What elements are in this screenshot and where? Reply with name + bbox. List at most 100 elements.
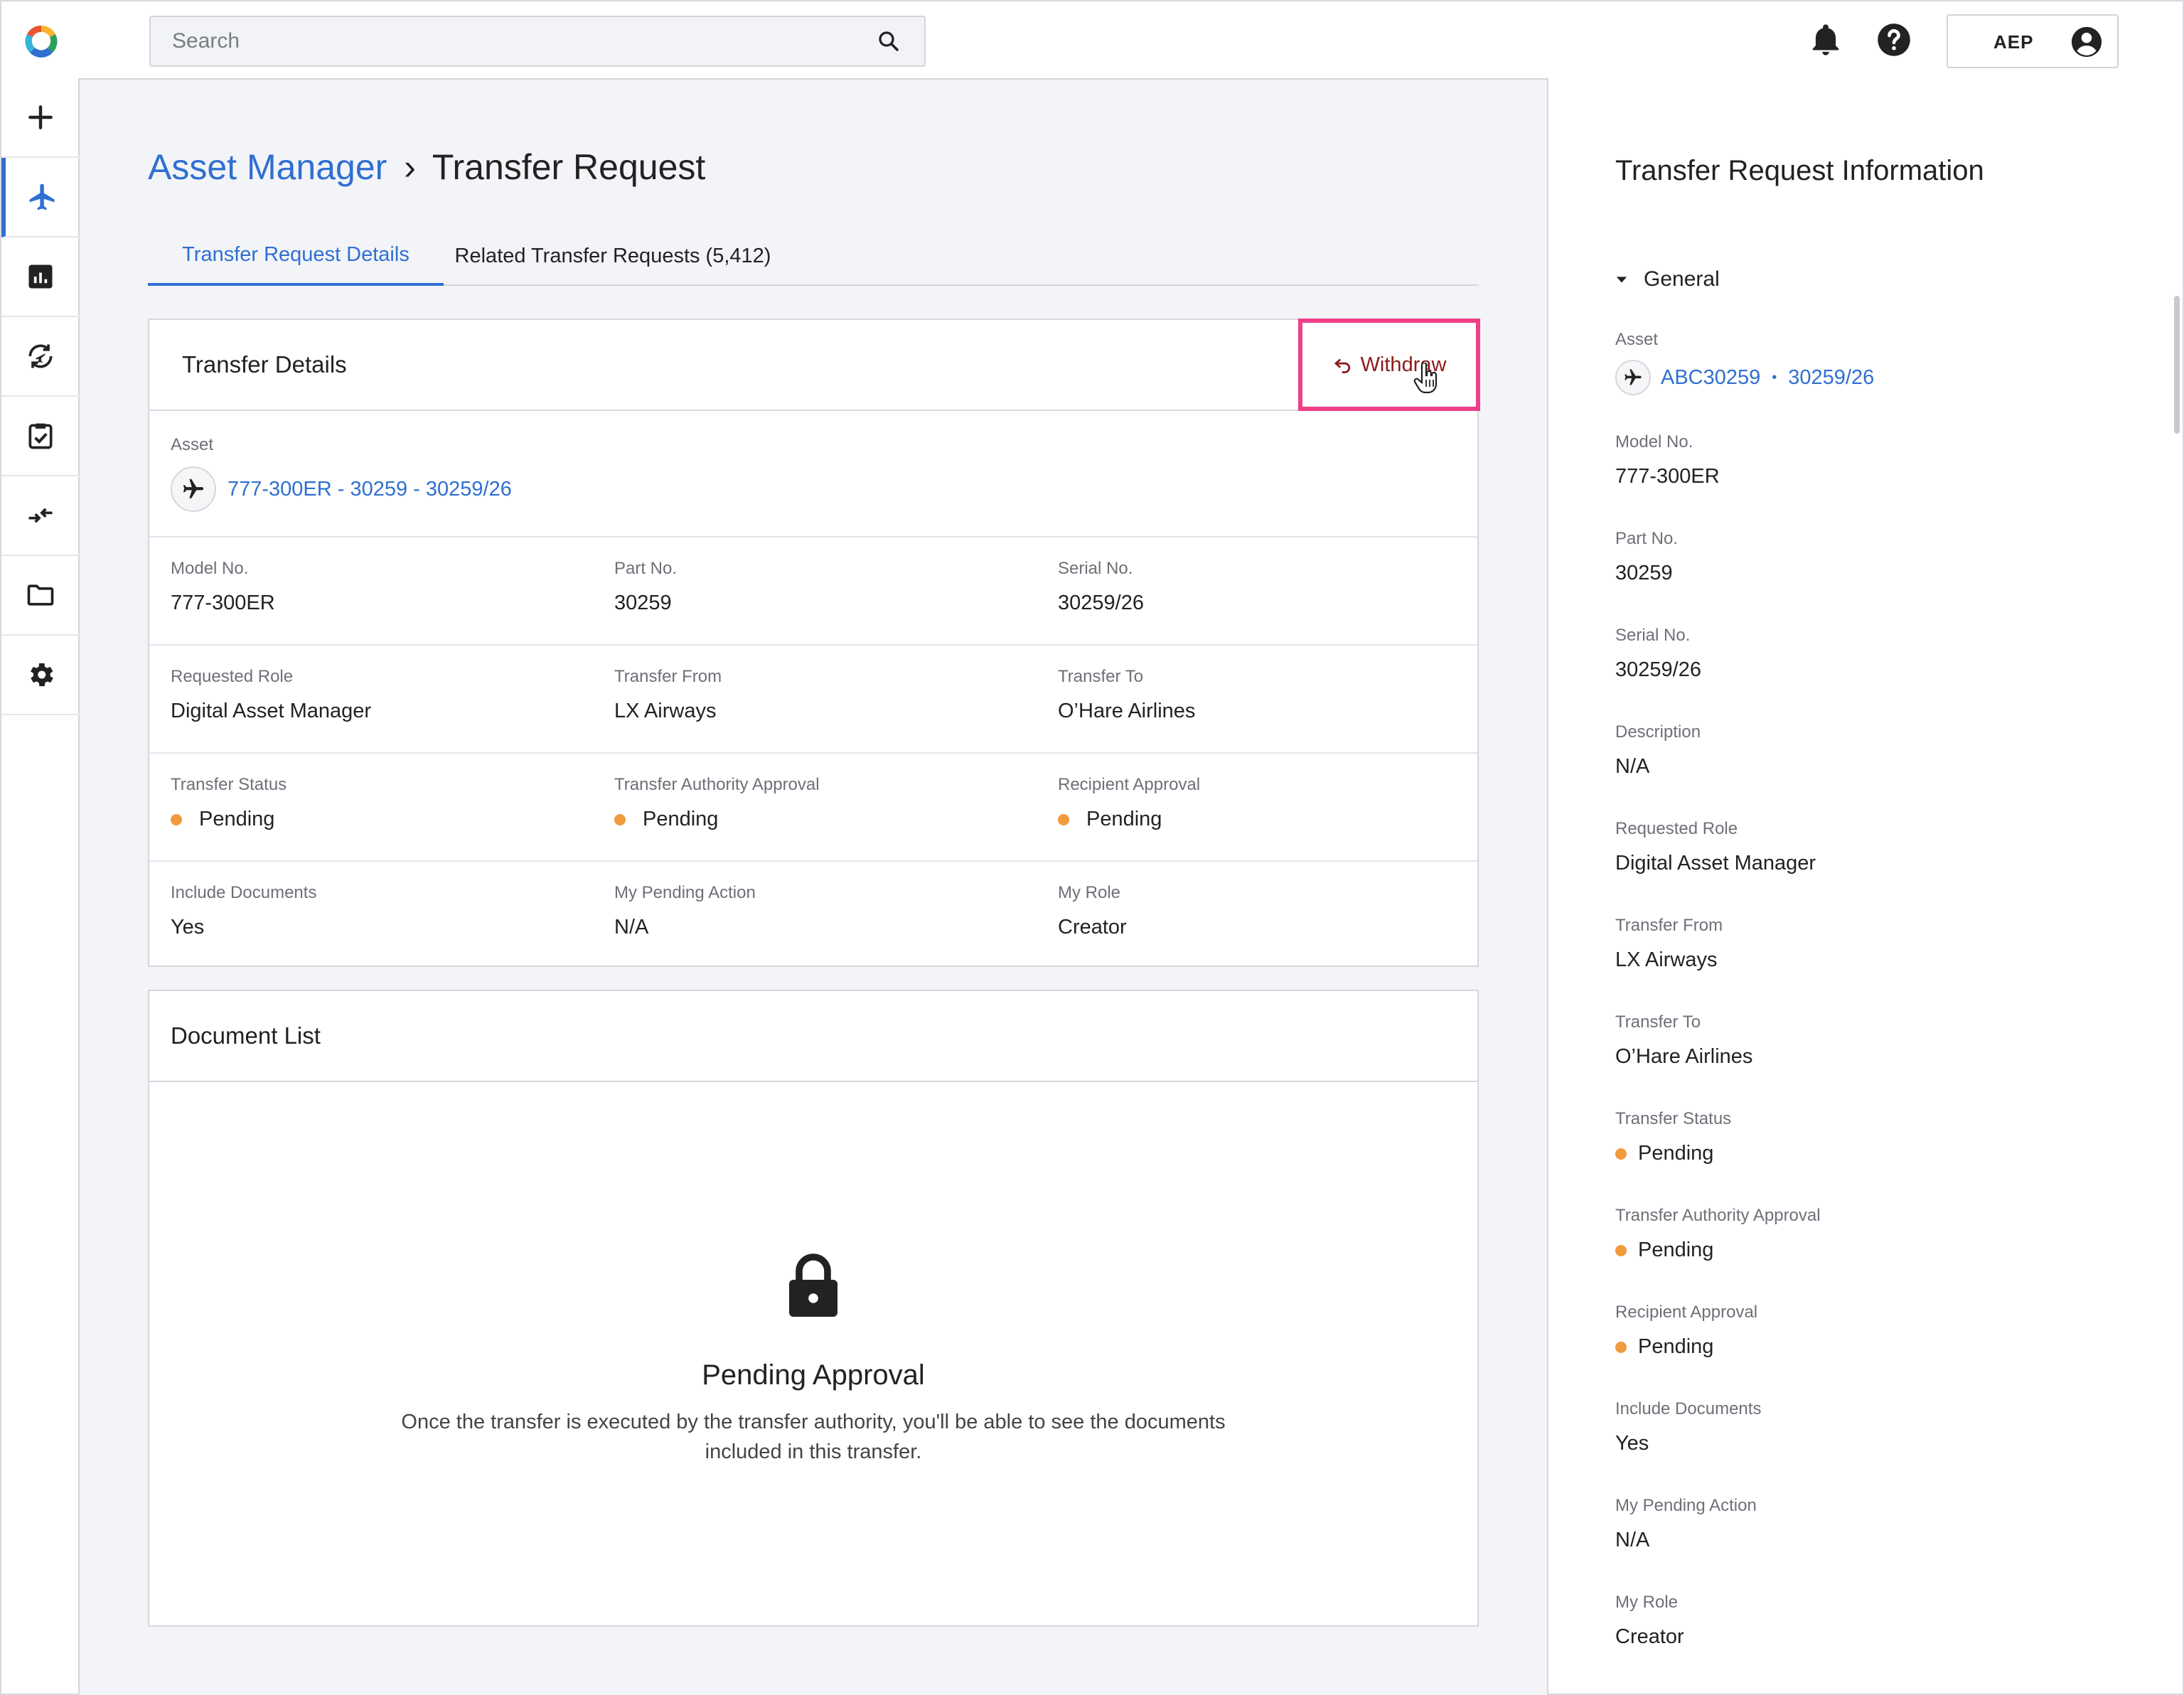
status-value: Pending (1638, 1142, 1714, 1165)
info-transfer-from: Transfer From LX Airways (1615, 916, 1723, 972)
rail-item-documents[interactable] (1, 556, 80, 636)
gear-icon (31, 663, 53, 687)
rail-item-reports[interactable] (1, 237, 80, 317)
rail-item-create[interactable] (1, 78, 80, 158)
transfer-details-title: Transfer Details (182, 351, 347, 378)
caret-down-icon (1616, 277, 1627, 283)
hand-pointer-cursor-icon (1413, 363, 1438, 394)
empty-state-title: Pending Approval (702, 1359, 925, 1391)
info-serial-no: Serial No. 30259/26 (1615, 626, 1701, 682)
info-asset-serial-link[interactable]: 30259/26 (1788, 366, 1874, 390)
info-transfer-status: Transfer Status Pending (1615, 1109, 1731, 1165)
transfer-details-card: Transfer Details Withdraw Asset 777-300E… (148, 319, 1480, 967)
field-label: Transfer Status (1615, 1109, 1732, 1128)
info-panel-title: Transfer Request Information (1615, 155, 1984, 186)
rail-item-tasks[interactable] (1, 397, 80, 476)
tab-transfer-request-details[interactable]: Transfer Request Details (148, 226, 444, 286)
top-bar: AEP (0, 0, 2184, 80)
field-my-role: My Role Creator (1058, 883, 1127, 939)
field-label: Recipient Approval (1058, 775, 1201, 794)
detail-row-1: Model No. 777-300ER Part No. 30259 Seria… (149, 538, 1477, 646)
field-value: Yes (171, 916, 205, 939)
info-my-pending-action: My Pending Action N/A (1615, 1496, 1757, 1552)
field-label: Include Documents (1615, 1399, 1762, 1418)
chart-icon (28, 264, 53, 289)
field-value: N/A (614, 916, 649, 939)
breadcrumb-asset-manager-link[interactable]: Asset Manager (148, 147, 387, 187)
field-label: Model No. (171, 559, 249, 578)
empty-state: Pending Approval Once the transfer is ex… (149, 1253, 1477, 1467)
field-model-no: Model No. 777-300ER (171, 559, 275, 615)
plus-icon (28, 105, 53, 129)
field-requested-role: Requested Role Digital Asset Manager (171, 667, 371, 723)
field-label: My Role (1615, 1593, 1679, 1612)
field-label: Asset (1615, 330, 1659, 349)
status-value: Pending (199, 808, 275, 830)
asset-link[interactable]: 777-300ER - 30259 - 30259/26 (228, 478, 512, 501)
section-general-toggle[interactable]: General (1615, 267, 1720, 292)
rail-item-transfers[interactable] (1, 317, 80, 397)
field-value: LX Airways (1615, 948, 1718, 971)
field-label: Recipient Approval (1615, 1303, 1758, 1322)
tab-bar: Transfer Request Details Related Transfe… (148, 226, 1479, 286)
info-requested-role: Requested Role Digital Asset Manager (1615, 819, 1816, 875)
notification-bell-icon[interactable] (1807, 21, 1844, 58)
field-transfer-authority-approval: Transfer Authority Approval Pending (614, 775, 820, 831)
left-nav-rail (0, 78, 80, 1695)
document-list-title: Document List (171, 1022, 321, 1049)
clipboard-check-icon (28, 423, 53, 449)
field-value: O’Hare Airlines (1058, 700, 1196, 722)
help-icon[interactable] (1875, 21, 1912, 58)
field-label: Include Documents (171, 883, 317, 902)
page-title: Transfer Request (432, 147, 706, 187)
field-label: Model No. (1615, 432, 1693, 451)
field-my-pending-action: My Pending Action N/A (614, 883, 756, 939)
airplane-icon (183, 478, 204, 498)
info-recipient-approval: Recipient Approval Pending (1615, 1303, 1757, 1359)
info-transfer-authority-approval: Transfer Authority Approval Pending (1615, 1206, 1821, 1262)
search-input[interactable] (152, 18, 835, 64)
search-icon[interactable] (876, 28, 901, 54)
airplane-icon (29, 183, 55, 210)
field-value: 777-300ER (1615, 465, 1720, 488)
field-value: 30259 (614, 592, 672, 614)
field-transfer-to: Transfer To O’Hare Airlines (1058, 667, 1195, 723)
field-value: O’Hare Airlines (1615, 1045, 1753, 1068)
transfer-cycle-icon (28, 344, 53, 368)
empty-state-text: Once the transfer is executed by the tra… (401, 1411, 1226, 1463)
undo-arrow-icon (1334, 358, 1350, 373)
field-label: Transfer Authority Approval (1615, 1206, 1821, 1225)
field-label: Asset (171, 435, 214, 454)
info-panel: Transfer Request Information General Ass… (1547, 78, 2184, 1695)
rail-item-assets[interactable] (1, 158, 80, 237)
field-label: Requested Role (171, 667, 294, 686)
field-label: Transfer To (1058, 667, 1144, 686)
rail-item-exchange[interactable] (1, 476, 80, 556)
field-label: Transfer To (1615, 1012, 1701, 1032)
status-dot (171, 813, 182, 825)
field-value: Creator (1615, 1625, 1684, 1648)
info-panel-scrollbar[interactable] (2174, 296, 2180, 434)
info-asset-id-link[interactable]: ABC30259 (1661, 366, 1760, 390)
status-dot (1615, 1244, 1627, 1256)
info-asset: Asset ABC30259 • 30259/26 (1615, 330, 1874, 395)
info-part-no: Part No. 30259 (1615, 529, 1678, 585)
asset-bullet: • (1772, 369, 1777, 385)
field-value: Yes (1615, 1432, 1649, 1455)
status-dot (1615, 1341, 1627, 1353)
detail-row-2: Requested Role Digital Asset Manager Tra… (149, 646, 1477, 754)
field-label: Transfer From (1615, 916, 1723, 935)
status-dot (1615, 1148, 1627, 1160)
user-menu[interactable]: AEP (1947, 14, 2119, 68)
rail-item-settings[interactable] (1, 636, 80, 715)
tab-related-transfer-requests[interactable]: Related Transfer Requests (5,412) (444, 226, 782, 286)
status-dot (1058, 813, 1069, 825)
field-transfer-status: Transfer Status Pending (171, 775, 287, 831)
field-part-no: Part No. 30259 (614, 559, 677, 615)
field-label: My Role (1058, 883, 1121, 902)
field-label: Transfer From (614, 667, 722, 686)
info-transfer-to: Transfer To O’Hare Airlines (1615, 1012, 1752, 1069)
app-logo-icon[interactable] (23, 23, 60, 60)
detail-row-4: Include Documents Yes My Pending Action … (149, 862, 1477, 967)
field-label: Requested Role (1615, 819, 1738, 838)
